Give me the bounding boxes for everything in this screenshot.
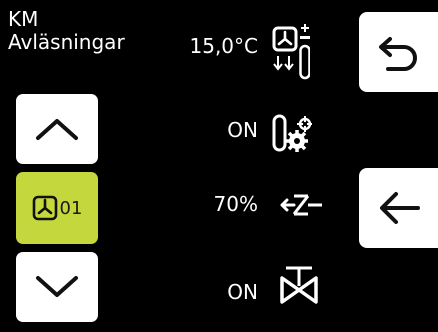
valve-icon bbox=[280, 266, 318, 304]
unit-number: 01 bbox=[59, 197, 83, 219]
reading-value-damper: 70% bbox=[213, 192, 258, 216]
damper-icon bbox=[280, 194, 322, 216]
unit-select-button[interactable]: 01 bbox=[16, 172, 98, 244]
fan-supply-temperature-icon bbox=[272, 24, 310, 80]
title-line-1: KM bbox=[8, 7, 39, 31]
back-button[interactable] bbox=[359, 168, 438, 248]
back-arrow-icon bbox=[379, 192, 420, 224]
reading-value-heating: ON bbox=[227, 118, 258, 142]
undo-arrow-icon bbox=[378, 37, 417, 71]
heating-gears-icon bbox=[272, 114, 312, 152]
chevron-up-icon bbox=[36, 119, 78, 140]
scroll-down-button[interactable] bbox=[16, 252, 98, 322]
chevron-down-icon bbox=[36, 276, 78, 297]
reading-value-valve: ON bbox=[227, 280, 258, 304]
reading-value-temperature: 15,0°C bbox=[189, 34, 259, 58]
title-line-2: Avläsningar bbox=[8, 30, 125, 54]
fan-icon bbox=[32, 195, 57, 221]
undo-button[interactable] bbox=[359, 12, 438, 92]
page-title: KM Avläsningar bbox=[8, 8, 125, 54]
scroll-up-button[interactable] bbox=[16, 94, 98, 164]
